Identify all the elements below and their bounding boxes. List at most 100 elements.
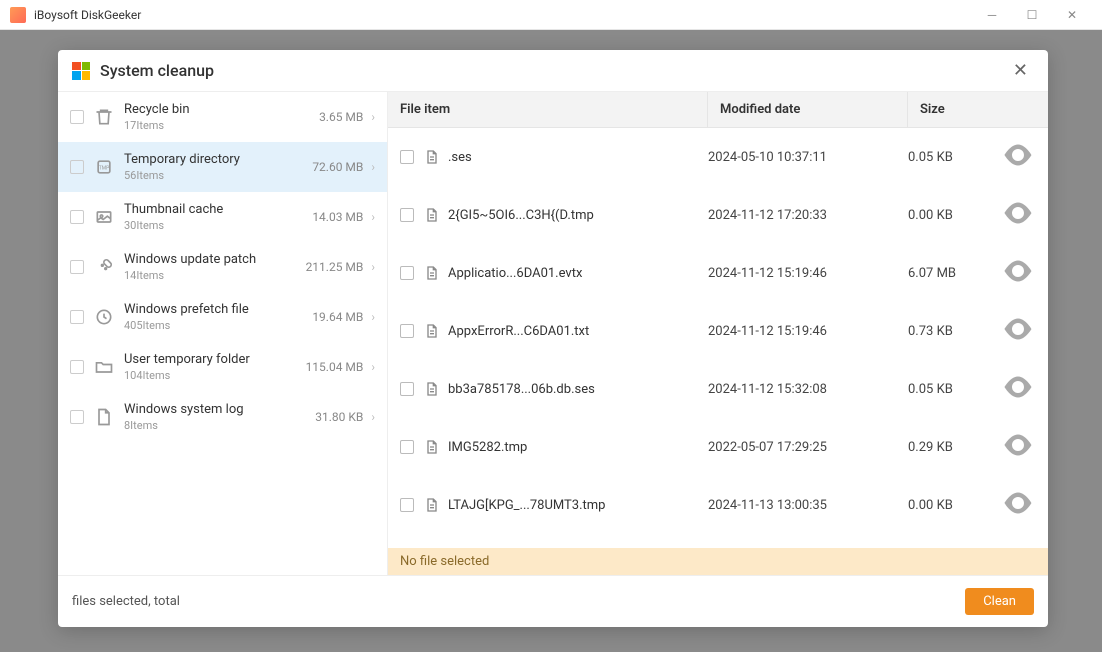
preview-button[interactable] [1000,311,1036,351]
preview-button[interactable] [1000,427,1036,467]
col-header-date[interactable]: Modified date [708,92,908,127]
modal-title: System cleanup [100,61,1007,80]
minimize-button[interactable]: ─ [972,1,1012,29]
chevron-right-icon: › [371,360,375,374]
category-sidebar: Recycle bin 17Items3.65 MB › TMP Temporary d… [58,92,388,575]
trash-icon [94,107,114,127]
file-name: 2{GI5~5OI6...C3H{(D.tmp [448,208,708,223]
file-row[interactable]: bb3a785178...06b.db.ses2024-11-12 15:32:… [388,360,1048,418]
file-checkbox[interactable] [400,498,414,512]
modal-body: Recycle bin 17Items3.65 MB › TMP Temporary d… [58,92,1048,575]
file-date: 2024-11-12 15:32:08 [708,382,908,397]
preview-button[interactable] [1000,137,1036,177]
file-name: bb3a785178...06b.db.ses [448,382,708,397]
windows-logo-icon [72,62,90,80]
file-row[interactable]: 2{GI5~5OI6...C3H{(D.tmp2024-11-12 17:20:… [388,186,1048,244]
footer-selection-text: files selected, total [72,594,965,609]
chevron-right-icon: › [371,310,375,324]
category-checkbox[interactable] [70,110,84,124]
file-date: 2024-11-13 13:00:35 [708,498,908,513]
chevron-right-icon: › [371,260,375,274]
file-row[interactable]: IMG5282.tmp2022-05-07 17:29:250.29 KB [388,418,1048,476]
category-count: 17Items [124,119,319,132]
category-size: 19.64 MB [312,310,363,324]
file-checkbox[interactable] [400,266,414,280]
folder-icon [94,357,114,377]
app-icon [10,7,26,23]
category-count: 30Items [124,219,312,232]
category-count: 14Items [124,269,306,282]
file-row[interactable]: AppxErrorR...C6DA01.txt2024-11-12 15:19:… [388,302,1048,360]
category-count: 8Items [124,419,315,432]
file-size: 0.00 KB [908,208,1000,223]
clean-button[interactable]: Clean [965,588,1034,615]
file-row[interactable]: mat-debug-5064.log2024-11-12 15:31:190.0… [388,534,1048,548]
file-size: 0.00 KB [908,498,1000,513]
category-trash[interactable]: Recycle bin 17Items3.65 MB › [58,92,387,142]
file-icon [424,323,440,339]
file-size: 0.05 KB [908,150,1000,165]
file-name: LTAJG[KPG_...78UMT3.tmp [448,498,708,513]
category-tmp[interactable]: TMPTemporary directory56Items72.60 MB› [58,142,387,192]
file-checkbox[interactable] [400,208,414,222]
category-size: 3.65 MB [319,110,363,124]
preview-button[interactable] [1000,369,1036,409]
chevron-right-icon: › [371,110,375,124]
tmp-icon: TMP [94,157,114,177]
file-checkbox[interactable] [400,324,414,338]
close-window-button[interactable]: ✕ [1052,1,1092,29]
file-row[interactable]: Applicatio...6DA01.evtx2024-11-12 15:19:… [388,244,1048,302]
file-icon [424,207,440,223]
file-checkbox[interactable] [400,440,414,454]
preview-button[interactable] [1000,195,1036,235]
category-folder[interactable]: User temporary folder104Items115.04 MB› [58,342,387,392]
category-image[interactable]: Thumbnail cache30Items14.03 MB› [58,192,387,242]
file-list[interactable]: .ses2024-05-10 10:37:110.05 KB2{GI5~5OI6… [388,128,1048,548]
col-header-size[interactable]: Size [908,92,1048,127]
file-name: AppxErrorR...C6DA01.txt [448,324,708,339]
titlebar: iBoysoft DiskGeeker ─ ☐ ✕ [0,0,1102,30]
file-date: 2024-11-12 17:20:33 [708,208,908,223]
category-checkbox[interactable] [70,210,84,224]
category-size: 14.03 MB [312,210,363,224]
patch-icon [94,257,114,277]
category-checkbox[interactable] [70,360,84,374]
file-row[interactable]: .ses2024-05-10 10:37:110.05 KB [388,128,1048,186]
file-checkbox[interactable] [400,150,414,164]
file-name: Applicatio...6DA01.evtx [448,266,708,281]
svg-text:TMP: TMP [99,166,110,172]
category-name: Windows system log [124,402,315,417]
system-cleanup-modal: System cleanup ✕ Recycle bin 17Items3.65 … [58,50,1048,627]
category-size: 31.80 KB [315,410,363,424]
app-title: iBoysoft DiskGeeker [34,8,972,22]
category-checkbox[interactable] [70,310,84,324]
file-date: 2024-11-12 15:19:46 [708,266,908,281]
category-checkbox[interactable] [70,410,84,424]
col-header-name[interactable]: File item [388,92,708,127]
category-count: 104Items [124,369,306,382]
preview-button[interactable] [1000,485,1036,525]
category-prefetch[interactable]: Windows prefetch file405Items19.64 MB› [58,292,387,342]
maximize-button[interactable]: ☐ [1012,1,1052,29]
category-name: Recycle bin [124,102,319,117]
category-name: Temporary directory [124,152,312,167]
category-checkbox[interactable] [70,260,84,274]
category-patch[interactable]: Windows update patch 14Items211.25 MB › [58,242,387,292]
prefetch-icon [94,307,114,327]
file-size: 0.73 KB [908,324,1000,339]
category-log[interactable]: Windows system log 8Items31.80 KB › [58,392,387,442]
preview-button[interactable] [1000,253,1036,293]
category-size: 115.04 MB [306,360,364,374]
file-size: 6.07 MB [908,266,1000,281]
file-checkbox[interactable] [400,382,414,396]
category-checkbox[interactable] [70,160,84,174]
chevron-right-icon: › [371,210,375,224]
category-size: 211.25 MB [306,260,364,274]
chevron-right-icon: › [371,410,375,424]
file-row[interactable]: LTAJG[KPG_...78UMT3.tmp2024-11-13 13:00:… [388,476,1048,534]
close-modal-button[interactable]: ✕ [1007,60,1034,81]
file-size: 0.29 KB [908,440,1000,455]
file-table-header: File item Modified date Size [388,92,1048,128]
category-count: 56Items [124,169,312,182]
category-name: Windows update patch [124,252,306,267]
